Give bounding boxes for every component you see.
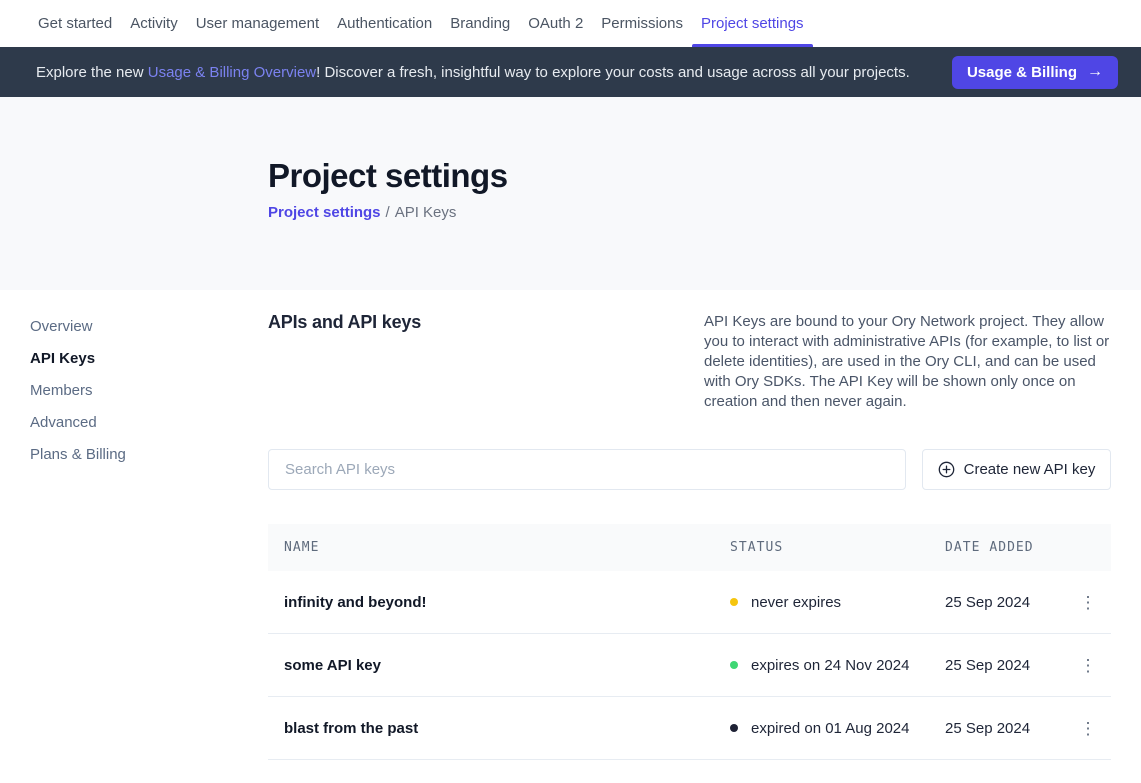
api-key-name: some API key (268, 657, 730, 674)
arrow-right-icon: → (1087, 64, 1103, 80)
create-api-key-button[interactable]: Create new API key (922, 449, 1111, 490)
section-description: API Keys are bound to your Ory Network p… (704, 312, 1111, 412)
row-actions (1065, 588, 1111, 617)
table-row: blast from the past expired on 01 Aug 20… (268, 697, 1111, 760)
announcement-banner: Explore the new Usage & Billing Overview… (0, 47, 1141, 97)
status-dot-icon (730, 661, 738, 669)
date-added: 25 Sep 2024 (945, 657, 1065, 674)
sidebar-item-plans-billing[interactable]: Plans & Billing (30, 439, 268, 471)
top-navigation: Get started Activity User management Aut… (0, 0, 1141, 47)
sidebar-item-members[interactable]: Members (30, 375, 268, 407)
banner-text-after: ! Discover a fresh, insightful way to ex… (316, 64, 910, 81)
tab-user-management[interactable]: User management (187, 0, 328, 47)
page-header: Project settings Project settings / API Ke… (0, 97, 1141, 290)
tab-branding[interactable]: Branding (441, 0, 519, 47)
api-key-status: never expires (730, 594, 945, 611)
create-api-key-button-label: Create new API key (964, 461, 1096, 478)
status-dot-icon (730, 598, 738, 606)
row-actions (1065, 651, 1111, 680)
status-text: expires on 24 Nov 2024 (751, 657, 909, 674)
sidebar-item-advanced[interactable]: Advanced (30, 407, 268, 439)
tab-authentication[interactable]: Authentication (328, 0, 441, 47)
plus-circle-icon (938, 461, 955, 478)
tab-permissions[interactable]: Permissions (592, 0, 692, 47)
date-added: 25 Sep 2024 (945, 720, 1065, 737)
date-added: 25 Sep 2024 (945, 594, 1065, 611)
tab-activity[interactable]: Activity (121, 0, 187, 47)
table-row: infinity and beyond! never expires 25 Se… (268, 571, 1111, 634)
column-header-status: STATUS (730, 540, 945, 555)
content-area: Overview API Keys Members Advanced Plans… (0, 290, 1141, 760)
tab-oauth2[interactable]: OAuth 2 (519, 0, 592, 47)
sidebar-item-api-keys[interactable]: API Keys (30, 343, 268, 375)
settings-sidebar: Overview API Keys Members Advanced Plans… (0, 290, 268, 471)
table-header-row: NAME STATUS DATE ADDED (268, 524, 1111, 571)
kebab-menu-icon[interactable] (1072, 651, 1105, 680)
row-actions (1065, 714, 1111, 743)
section-intro: APIs and API keys API Keys are bound to … (268, 312, 1111, 412)
kebab-menu-icon[interactable] (1072, 588, 1105, 617)
usage-billing-button-label: Usage & Billing (967, 64, 1077, 81)
sidebar-item-overview[interactable]: Overview (30, 311, 268, 343)
banner-message: Explore the new Usage & Billing Overview… (36, 64, 952, 81)
search-input[interactable] (268, 449, 906, 490)
page-title: Project settings (268, 157, 1111, 195)
column-header-name: NAME (268, 540, 730, 555)
tab-project-settings[interactable]: Project settings (692, 0, 813, 47)
breadcrumb-project-settings-link[interactable]: Project settings (268, 204, 381, 221)
column-header-date-added: DATE ADDED (945, 540, 1065, 555)
banner-text-before: Explore the new (36, 64, 148, 81)
api-key-name: blast from the past (268, 720, 730, 737)
breadcrumb-current: API Keys (395, 204, 457, 221)
api-key-name: infinity and beyond! (268, 594, 730, 611)
api-keys-table: NAME STATUS DATE ADDED infinity and beyo… (268, 524, 1111, 760)
status-dot-icon (730, 724, 738, 732)
api-key-status: expired on 01 Aug 2024 (730, 720, 945, 737)
usage-billing-overview-link[interactable]: Usage & Billing Overview (148, 64, 316, 81)
status-text: never expires (751, 594, 841, 611)
tab-get-started[interactable]: Get started (29, 0, 121, 47)
section-title: APIs and API keys (268, 312, 421, 333)
breadcrumb: Project settings / API Keys (268, 204, 1111, 221)
api-key-status: expires on 24 Nov 2024 (730, 657, 945, 674)
table-row: some API key expires on 24 Nov 2024 25 S… (268, 634, 1111, 697)
main-panel: APIs and API keys API Keys are bound to … (268, 290, 1111, 760)
status-text: expired on 01 Aug 2024 (751, 720, 909, 737)
table-controls: Create new API key (268, 449, 1111, 490)
kebab-menu-icon[interactable] (1072, 714, 1105, 743)
breadcrumb-separator: / (386, 204, 390, 221)
usage-billing-button[interactable]: Usage & Billing → (952, 56, 1118, 89)
